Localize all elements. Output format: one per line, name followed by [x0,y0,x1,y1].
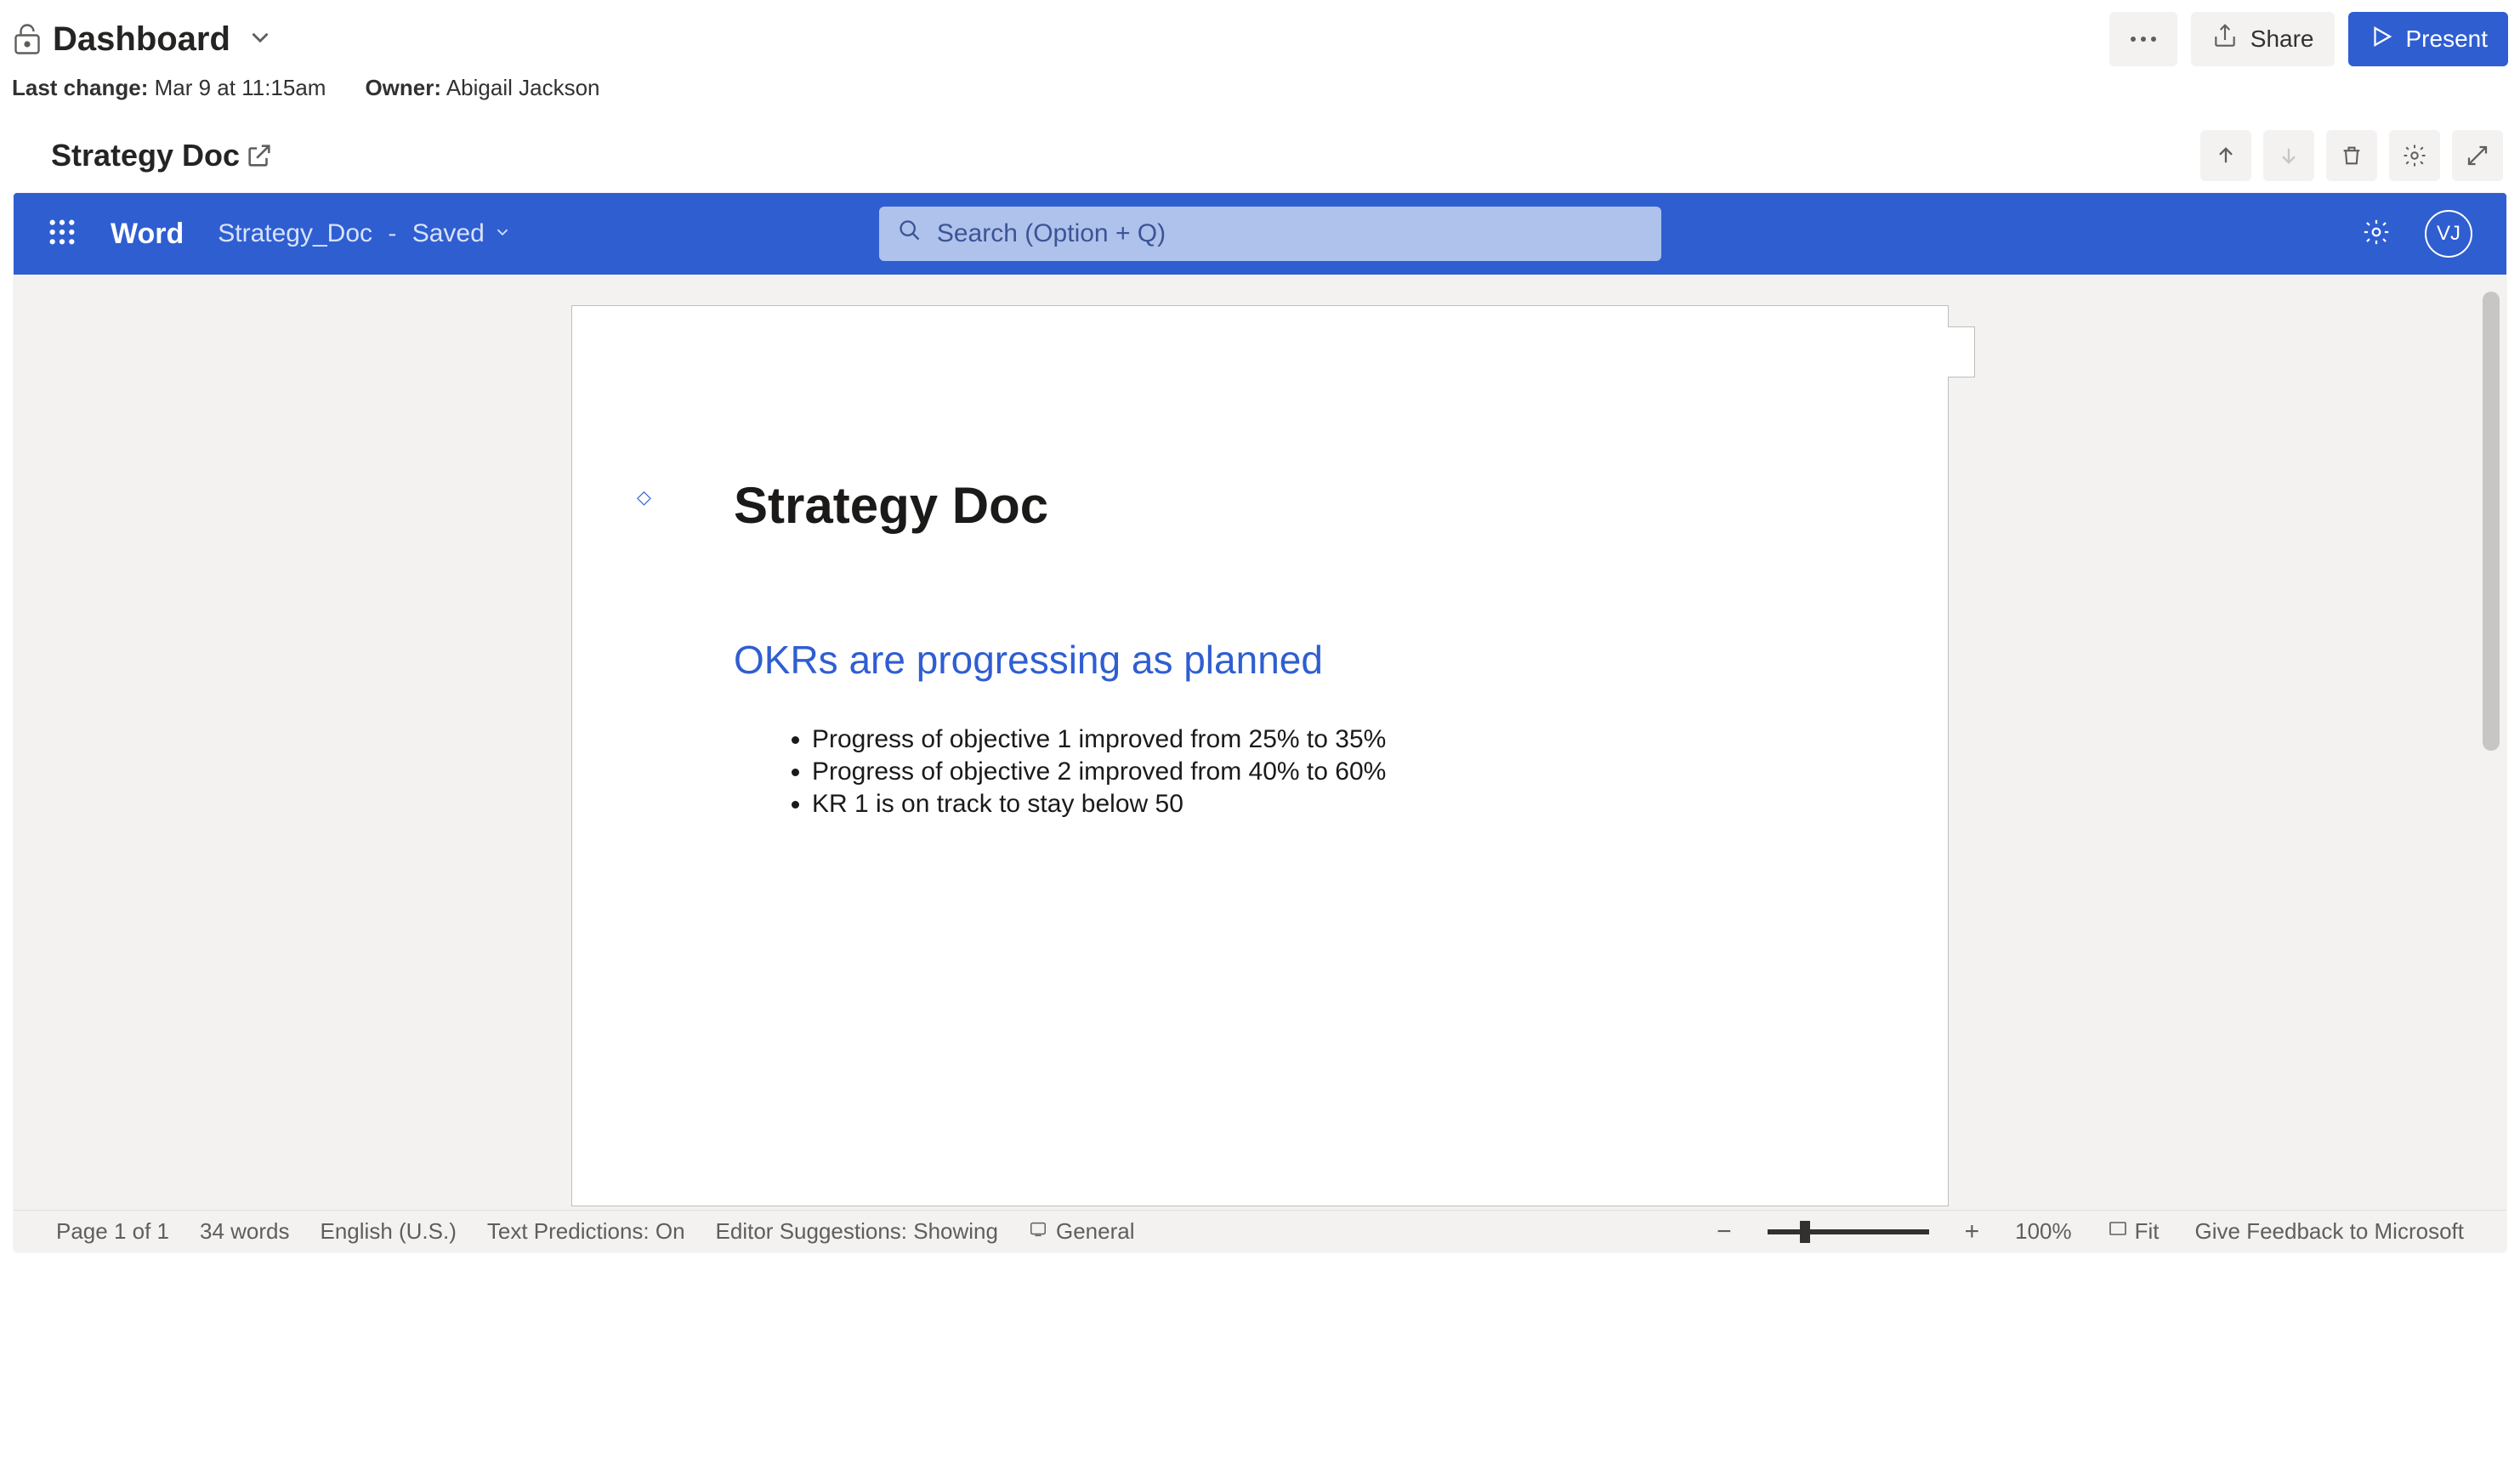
present-button[interactable]: Present [2348,12,2509,66]
card-title: Strategy Doc [51,138,240,173]
status-language[interactable]: English (U.S.) [321,1218,457,1245]
zoom-thumb[interactable] [1800,1221,1810,1243]
expand-button[interactable] [2452,130,2503,181]
avatar[interactable]: VJ [2425,210,2472,258]
document-bullets[interactable]: Progress of objective 1 improved from 25… [734,725,1786,819]
status-channel-wrap[interactable]: General [1029,1218,1135,1245]
avatar-initials: VJ [2437,222,2460,246]
delete-button[interactable] [2326,130,2377,181]
status-editor[interactable]: Editor Suggestions: Showing [716,1218,998,1245]
word-filename: Strategy_Doc [218,219,372,248]
last-change-label: Last change: [12,75,148,100]
word-save-state: Saved [412,219,485,248]
bullet-item[interactable]: Progress of objective 1 improved from 25… [812,725,1786,754]
present-label: Present [2406,26,2489,53]
share-button[interactable]: Share [2191,12,2335,66]
move-down-button[interactable] [2263,130,2314,181]
scrollbar-thumb[interactable] [2483,292,2500,751]
dashboard-actions: Share Present [2109,12,2508,66]
diamond-marker-icon: ◇ [637,486,651,508]
zoom-percent[interactable]: 100% [2015,1218,2072,1245]
word-topbar: Word Strategy_Doc - Saved Search (Option… [14,193,2506,275]
separator: - [381,219,404,248]
chevron-down-icon [493,219,512,248]
last-change-value: Mar 9 at 11:15am [155,75,326,100]
document-title[interactable]: Strategy Doc [734,476,1786,535]
fit-icon [2108,1218,2128,1245]
dashboard-header: Dashboard Share Present [0,0,2520,70]
word-statusbar: Page 1 of 1 34 words English (U.S.) Text… [14,1210,2506,1252]
app-launcher-icon[interactable] [48,218,77,251]
bullet-item[interactable]: KR 1 is on track to stay below 50 [812,790,1786,819]
fit-label: Fit [2135,1218,2160,1245]
status-predictions[interactable]: Text Predictions: On [487,1218,685,1245]
bullet-item[interactable]: Progress of objective 2 improved from 40… [812,758,1786,786]
zoom-out-button[interactable]: − [1717,1217,1732,1246]
status-channel: General [1056,1218,1135,1245]
external-link-icon [245,141,274,170]
dashboard-meta: Last change: Mar 9 at 11:15am Owner: Abi… [0,70,2520,118]
lock-open-icon [12,22,43,56]
search-placeholder: Search (Option + Q) [937,219,1166,248]
status-right: − + 100% Fit Give Feedback to Microsoft [1717,1217,2464,1246]
search-icon [898,218,922,249]
zoom-in-button[interactable]: + [1965,1217,1980,1246]
gear-icon[interactable] [2362,218,2391,251]
more-button[interactable] [2109,12,2177,66]
share-label: Share [2250,26,2314,53]
share-icon [2211,23,2239,56]
card-header: Strategy Doc [0,118,2520,193]
zoom-slider[interactable] [1768,1229,1929,1234]
word-canvas[interactable]: ◇ Strategy Doc OKRs are progressing as p… [14,275,2506,1210]
play-icon [2369,24,2394,55]
dashboard-title[interactable]: Dashboard [53,20,230,59]
fit-button[interactable]: Fit [2108,1218,2160,1245]
status-words[interactable]: 34 words [200,1218,290,1245]
page-corner-decoration [1948,326,1975,377]
owner-value: Abigail Jackson [446,75,600,100]
word-file-meta[interactable]: Strategy_Doc - Saved [218,219,512,248]
chevron-down-icon[interactable] [246,23,275,56]
word-topbar-right: VJ [2362,210,2472,258]
status-page[interactable]: Page 1 of 1 [56,1218,169,1245]
channel-icon [1029,1218,1047,1245]
owner-label: Owner: [365,75,441,100]
card-title-wrap[interactable]: Strategy Doc [51,138,274,173]
document-page[interactable]: ◇ Strategy Doc OKRs are progressing as p… [571,305,1949,1206]
document-heading[interactable]: OKRs are progressing as planned [734,637,1786,683]
word-embed: Word Strategy_Doc - Saved Search (Option… [14,193,2506,1252]
search-input[interactable]: Search (Option + Q) [879,207,1661,261]
word-brand[interactable]: Word [111,218,184,251]
settings-button[interactable] [2389,130,2440,181]
feedback-link[interactable]: Give Feedback to Microsoft [2195,1218,2464,1245]
move-up-button[interactable] [2200,130,2251,181]
card-actions [2200,130,2503,181]
